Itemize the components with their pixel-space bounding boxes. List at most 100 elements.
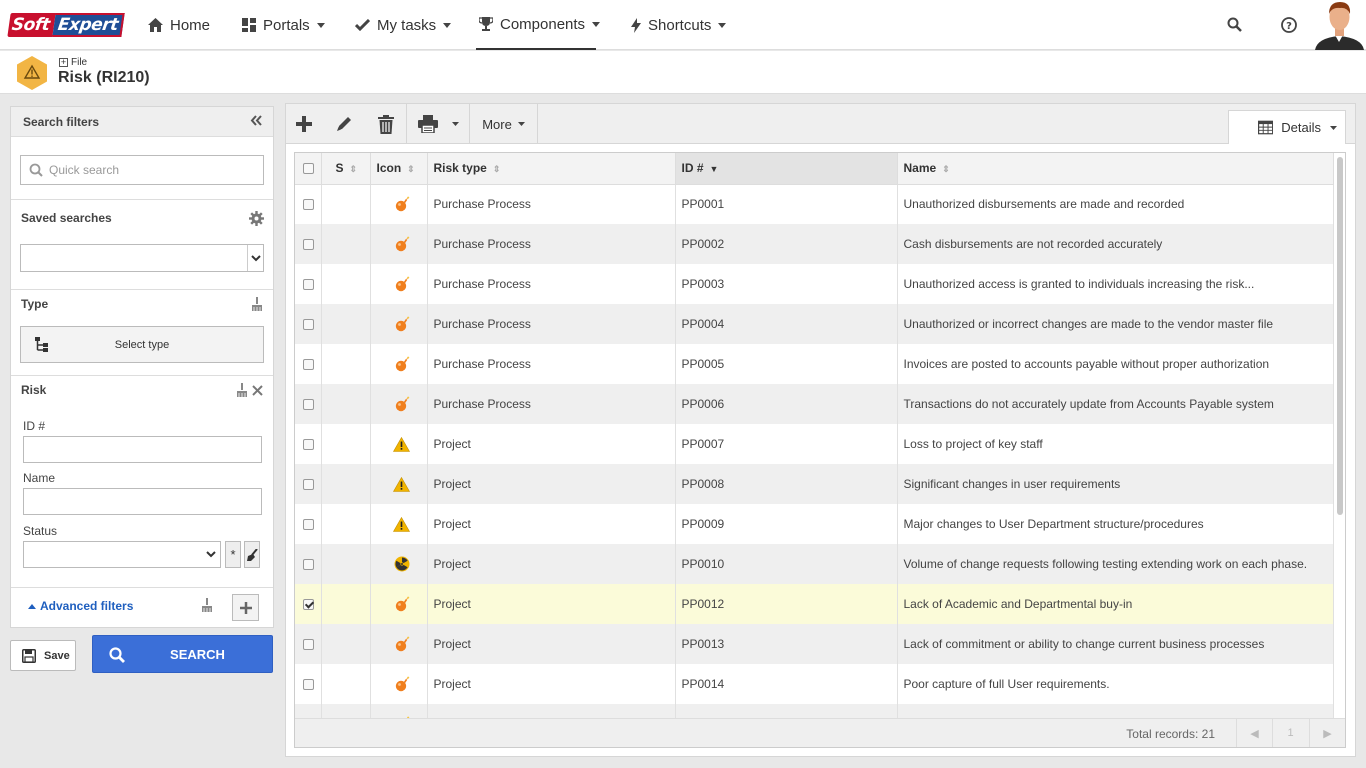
row-select-cell[interactable] xyxy=(295,384,322,424)
row-checkbox[interactable] xyxy=(303,518,314,530)
advanced-filters-link[interactable]: Advanced filters xyxy=(28,599,133,613)
nav-my-tasks[interactable]: My tasks xyxy=(355,0,452,50)
user-avatar[interactable] xyxy=(1313,0,1366,50)
nav-shortcuts[interactable]: Shortcuts xyxy=(631,0,727,50)
table-row[interactable]: Project PP0007 Loss to project of key staf… xyxy=(295,424,1334,464)
save-search-button[interactable]: Save xyxy=(10,640,76,671)
row-checkbox[interactable] xyxy=(303,438,314,450)
id-input[interactable] xyxy=(23,436,262,463)
table-row[interactable]: Purchase Process PP0001 Unauthorized disbu… xyxy=(295,184,1334,224)
search-icon[interactable] xyxy=(1227,17,1243,33)
search-filters-panel: Search filters Quick search Saved search… xyxy=(10,106,274,628)
column-header-risk-type[interactable]: Risk type ⇕ xyxy=(427,153,676,185)
chevron-down-icon xyxy=(202,542,220,567)
row-checkbox[interactable] xyxy=(303,678,314,690)
vertical-scrollbar[interactable] xyxy=(1337,157,1343,515)
row-checkbox[interactable] xyxy=(303,318,314,330)
risk-id-cell: PP0010 xyxy=(675,544,898,584)
more-menu-button[interactable]: More xyxy=(470,104,538,144)
select-all-checkbox[interactable] xyxy=(303,162,314,174)
table-row[interactable]: Purchase Process PP0006 Transactions do no… xyxy=(295,384,1334,424)
risk-name-cell: Poor capture of full User requirements. xyxy=(897,664,1334,704)
risk-name-cell: Invoices are posted to accounts payable … xyxy=(897,344,1334,384)
clear-broom-icon[interactable] xyxy=(236,383,248,397)
table-row[interactable]: Project PP0014 Poor capture of full User r… xyxy=(295,664,1334,704)
warning-icon xyxy=(393,476,410,492)
row-checkbox[interactable] xyxy=(303,238,314,250)
next-page-button[interactable]: ▶ xyxy=(1309,719,1345,747)
select-type-button[interactable]: Select type xyxy=(20,326,264,363)
row-select-cell[interactable] xyxy=(295,624,322,664)
status-cell xyxy=(321,624,371,664)
row-checkbox[interactable] xyxy=(303,598,314,610)
add-button[interactable] xyxy=(286,104,322,144)
row-select-cell[interactable] xyxy=(295,224,322,264)
previous-page-button[interactable]: ◀ xyxy=(1236,719,1272,747)
row-select-cell[interactable] xyxy=(295,464,322,504)
row-checkbox[interactable] xyxy=(303,638,314,650)
row-select-cell[interactable] xyxy=(295,424,322,464)
table-row[interactable]: Purchase Process PP0005 Invoices are poste… xyxy=(295,344,1334,384)
help-icon[interactable]: ? xyxy=(1281,17,1297,33)
close-icon[interactable] xyxy=(252,385,263,396)
risk-name-cell: Transactions do not accurately update fr… xyxy=(897,384,1334,424)
chevron-down-icon xyxy=(247,245,263,271)
status-select[interactable] xyxy=(23,541,221,568)
search-button[interactable]: SEARCH xyxy=(92,635,273,673)
page-number[interactable]: 1 xyxy=(1272,719,1308,747)
table-row[interactable]: Project PP0013 Lack of commitment or abili… xyxy=(295,624,1334,664)
row-select-cell[interactable] xyxy=(295,544,322,584)
column-header-icon[interactable]: Icon ⇕ xyxy=(370,153,428,185)
row-checkbox[interactable] xyxy=(303,358,314,370)
row-checkbox[interactable] xyxy=(303,278,314,290)
row-select-cell[interactable] xyxy=(295,304,322,344)
risk-name-cell: Volume of change requests following test… xyxy=(897,544,1334,584)
edit-button[interactable] xyxy=(326,104,362,144)
saved-searches-select[interactable] xyxy=(20,244,264,272)
row-checkbox[interactable] xyxy=(303,478,314,490)
row-select-cell[interactable] xyxy=(295,664,322,704)
row-select-cell[interactable] xyxy=(295,504,322,544)
row-checkbox[interactable] xyxy=(303,398,314,410)
quick-search-input[interactable]: Quick search xyxy=(20,155,264,185)
table-row[interactable]: Project PP0012 Lack of Academic and Depart… xyxy=(295,584,1334,624)
softexpert-logo[interactable]: Soft Expert xyxy=(7,13,125,37)
svg-text:?: ? xyxy=(1286,21,1292,32)
table-row[interactable]: Purchase Process PP0003 Unauthorized acces… xyxy=(295,264,1334,304)
row-select-cell[interactable] xyxy=(295,584,322,624)
status-clear-broom-button[interactable] xyxy=(244,541,260,568)
delete-button[interactable] xyxy=(365,104,407,144)
table-row[interactable]: Purchase Process PP0004 Unauthorized or in… xyxy=(295,304,1334,344)
collapse-double-chevron-icon[interactable] xyxy=(250,115,263,126)
gear-icon[interactable] xyxy=(249,211,264,226)
nav-portals[interactable]: Portals xyxy=(242,0,325,50)
column-header-name[interactable]: Name ⇕ xyxy=(897,153,1334,185)
clear-broom-icon[interactable] xyxy=(201,598,213,612)
row-select-cell[interactable] xyxy=(295,344,322,384)
clear-broom-icon[interactable] xyxy=(251,297,263,311)
row-select-cell[interactable] xyxy=(295,184,322,224)
add-filter-button[interactable] xyxy=(232,594,259,621)
row-checkbox[interactable] xyxy=(303,198,314,210)
nav-components[interactable]: Components xyxy=(476,0,601,50)
select-all-header[interactable] xyxy=(295,153,322,185)
row-select-cell[interactable] xyxy=(295,264,322,304)
table-row[interactable]: Project PP0010 Volume of change requests f… xyxy=(295,544,1334,584)
icon-cell xyxy=(370,184,428,224)
breadcrumb[interactable]: + File xyxy=(59,57,87,68)
column-header-id[interactable]: ID # ▼ xyxy=(675,153,898,185)
nav-portals-label: Portals xyxy=(263,16,310,34)
table-row[interactable]: Project PP0009 Major changes to User Depar… xyxy=(295,504,1334,544)
name-input[interactable] xyxy=(23,488,262,515)
column-header-s[interactable]: S ⇕ xyxy=(321,153,371,185)
advanced-filters-row: Advanced filters xyxy=(11,588,273,626)
bomb-icon xyxy=(394,276,410,292)
status-asterisk-button[interactable]: * xyxy=(225,541,241,568)
table-row[interactable]: Project PP0008 Significant changes in user… xyxy=(295,464,1334,504)
row-checkbox[interactable] xyxy=(303,558,314,570)
nav-home[interactable]: Home xyxy=(148,0,210,50)
print-button[interactable] xyxy=(407,104,470,144)
table-row[interactable]: Purchase Process PP0002 Cash disbursements… xyxy=(295,224,1334,264)
risk-name-cell: Unauthorized or incorrect changes are ma… xyxy=(897,304,1334,344)
details-view-tab[interactable]: Details xyxy=(1228,110,1346,144)
